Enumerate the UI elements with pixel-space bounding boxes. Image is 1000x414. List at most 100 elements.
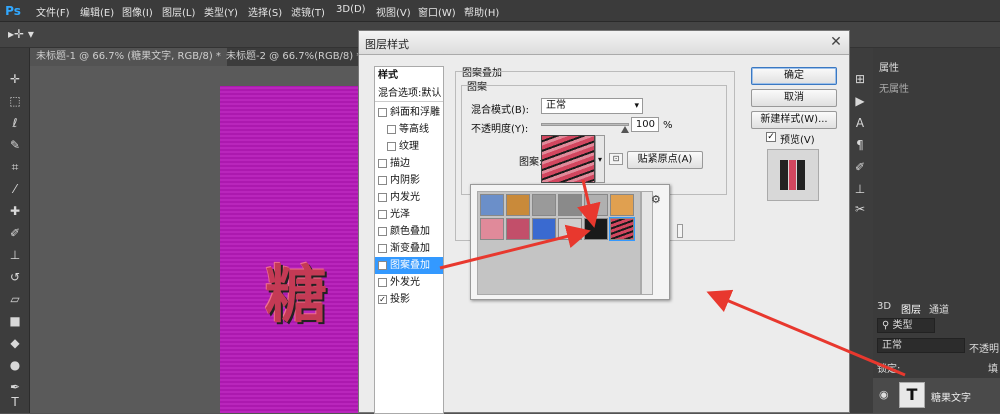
quick-select-tool-icon[interactable]: ✎	[6, 136, 24, 154]
blend-options-item[interactable]: 混合选项:默认	[375, 85, 443, 102]
pattern-swatch[interactable]	[506, 218, 530, 240]
gradient-tool-icon[interactable]: ■	[6, 312, 24, 330]
tab-layers[interactable]: 图层	[901, 301, 921, 316]
style-item[interactable]: 等高线	[375, 121, 443, 138]
style-checkbox[interactable]	[378, 107, 387, 117]
style-item[interactable]: 光泽	[375, 206, 443, 223]
style-item[interactable]: ✓ 投影	[375, 291, 443, 308]
tab-channels[interactable]: 通道	[929, 301, 949, 316]
pattern-preview[interactable]	[541, 135, 595, 183]
pattern-swatch[interactable]	[532, 194, 556, 216]
new-preset-icon[interactable]: ⊡	[609, 153, 623, 165]
gear-icon[interactable]: ⚙	[651, 193, 661, 206]
style-checkbox[interactable]	[378, 192, 387, 202]
style-checkbox[interactable]	[378, 277, 387, 287]
crop-tool-icon[interactable]: ⌗	[6, 158, 24, 176]
close-icon[interactable]: ✕	[827, 34, 845, 50]
move-tool-icon[interactable]: ✛	[6, 70, 24, 88]
tab-document-2[interactable]: 未标题-2 @ 66.7%(RGB/8) *	[220, 48, 367, 66]
style-checkbox[interactable]	[378, 158, 387, 168]
menu-help[interactable]: 帮助(H)	[464, 4, 499, 19]
tools-icon[interactable]: ✂	[851, 200, 869, 218]
layer-row[interactable]: ◉ T 糖果文字	[873, 378, 1000, 413]
menu-view[interactable]: 视图(V)	[376, 4, 411, 19]
pattern-swatch[interactable]	[558, 194, 582, 216]
style-checkbox[interactable]	[378, 226, 387, 236]
menu-window[interactable]: 窗口(W)	[418, 4, 456, 19]
style-checkbox[interactable]	[378, 243, 387, 253]
blur-tool-icon[interactable]: ◆	[6, 334, 24, 352]
tab-document-1[interactable]: 未标题-1 @ 66.7% (糖果文字, RGB/8) *	[30, 48, 227, 66]
pattern-dropdown-arrow-icon[interactable]: ▾	[595, 135, 605, 183]
style-item[interactable]: 内发光	[375, 189, 443, 206]
dodge-tool-icon[interactable]: ●	[6, 356, 24, 374]
pattern-swatch[interactable]	[584, 194, 608, 216]
move-tool-icon[interactable]: ▸✛ ▾	[8, 27, 34, 41]
brush-tool-icon[interactable]: ✐	[6, 224, 24, 242]
layer-filter-select[interactable]: ⚲ 类型	[877, 318, 935, 333]
new-style-button[interactable]: 新建样式(W)...	[751, 111, 837, 129]
preview-checkbox[interactable]: ✓	[766, 132, 776, 142]
style-item[interactable]: ✓ 图案叠加	[375, 257, 443, 274]
visibility-eye-icon[interactable]: ◉	[879, 388, 889, 401]
style-checkbox[interactable]	[387, 141, 396, 151]
cancel-button[interactable]: 取消	[751, 89, 837, 107]
pattern-swatch[interactable]	[558, 218, 582, 240]
style-checkbox[interactable]	[378, 175, 387, 185]
picker-scrollbar[interactable]	[641, 191, 653, 295]
history-icon[interactable]: ⊞	[851, 70, 869, 88]
style-checkbox[interactable]	[378, 209, 387, 219]
style-item[interactable]: 斜面和浮雕	[375, 104, 443, 121]
blend-mode-select[interactable]: 正常	[541, 98, 643, 114]
styles-header[interactable]: 样式	[375, 67, 443, 84]
stamp-tool-icon[interactable]: ⊥	[6, 246, 24, 264]
style-checkbox[interactable]: ✓	[378, 260, 387, 270]
pattern-swatch[interactable]	[506, 194, 530, 216]
lasso-tool-icon[interactable]: ℓ	[6, 114, 24, 132]
layer-name[interactable]: 糖果文字	[931, 389, 971, 404]
pattern-swatch[interactable]	[584, 218, 608, 240]
opacity-slider[interactable]	[541, 123, 629, 126]
pattern-swatch[interactable]	[480, 218, 504, 240]
eraser-tool-icon[interactable]: ▱	[6, 290, 24, 308]
paragraph-icon[interactable]: ¶	[851, 136, 869, 154]
style-checkbox[interactable]	[387, 124, 396, 134]
pattern-swatch[interactable]	[609, 217, 635, 241]
opacity-input[interactable]: 100	[631, 117, 659, 132]
style-item[interactable]: 颜色叠加	[375, 223, 443, 240]
style-item[interactable]: 纹理	[375, 138, 443, 155]
menu-image[interactable]: 图像(I)	[122, 4, 153, 19]
play-icon[interactable]: ▶	[851, 92, 869, 110]
marquee-tool-icon[interactable]: ⬚	[6, 92, 24, 110]
menu-3d[interactable]: 3D(D)	[336, 4, 366, 15]
pattern-swatch[interactable]	[480, 194, 504, 216]
history-brush-icon[interactable]: ↺	[6, 268, 24, 286]
brush-preset-icon[interactable]: ✐	[851, 158, 869, 176]
menu-type[interactable]: 类型(Y)	[204, 4, 238, 19]
style-item[interactable]: 外发光	[375, 274, 443, 291]
properties-tab[interactable]: 属性	[879, 59, 899, 74]
menu-select[interactable]: 选择(S)	[248, 4, 282, 19]
dialog-titlebar[interactable]: 图层样式 ✕	[359, 31, 849, 55]
scale-field-fragment[interactable]	[677, 224, 683, 238]
clone-source-icon[interactable]: ⊥	[851, 180, 869, 198]
menu-filter[interactable]: 滤镜(T)	[291, 4, 325, 19]
style-item[interactable]: 渐变叠加	[375, 240, 443, 257]
menu-edit[interactable]: 编辑(E)	[80, 4, 114, 19]
type-tool-icon[interactable]: T	[6, 393, 24, 411]
style-item[interactable]: 描边	[375, 155, 443, 172]
layer-blend-mode-select[interactable]: 正常	[877, 338, 965, 353]
eyedropper-tool-icon[interactable]: ⁄	[6, 180, 24, 198]
pattern-swatch[interactable]	[532, 218, 556, 240]
menu-file[interactable]: 文件(F)	[36, 4, 70, 19]
menu-layer[interactable]: 图层(L)	[162, 4, 195, 19]
healing-tool-icon[interactable]: ✚	[6, 202, 24, 220]
pattern-swatch[interactable]	[610, 194, 634, 216]
tab-3d[interactable]: 3D	[877, 301, 891, 312]
character-icon[interactable]: A	[851, 114, 869, 132]
style-item[interactable]: 内阴影	[375, 172, 443, 189]
opacity-slider-thumb-icon[interactable]	[621, 126, 629, 133]
ok-button[interactable]: 确定	[751, 67, 837, 85]
style-checkbox[interactable]: ✓	[378, 294, 387, 304]
snap-to-origin-button[interactable]: 贴紧原点(A)	[627, 151, 703, 169]
